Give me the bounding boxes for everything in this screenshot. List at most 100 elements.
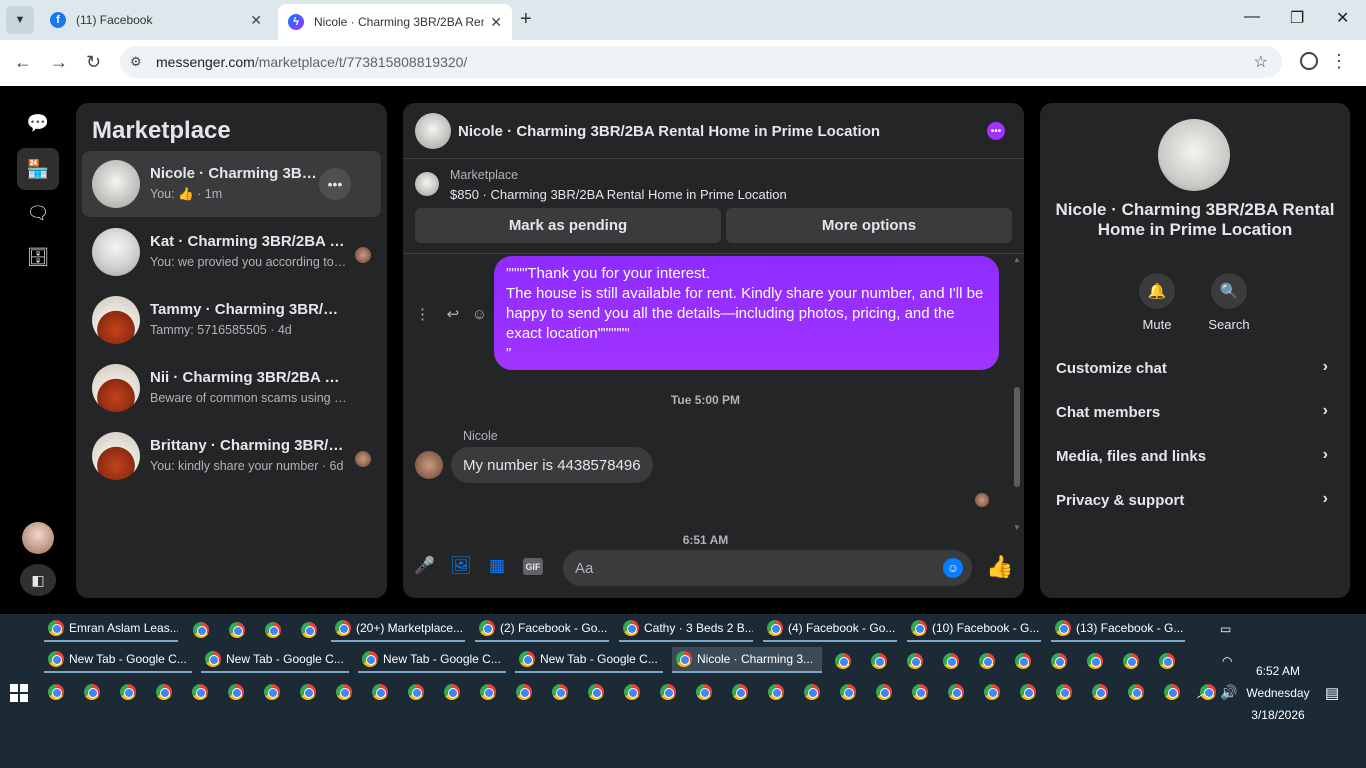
taskbar-window-active[interactable]: Nicole · Charming 3... xyxy=(672,647,822,673)
profile-icon[interactable] xyxy=(1300,52,1318,70)
image-icon[interactable]: 🖼 xyxy=(450,556,472,576)
taskbar-window[interactable]: New Tab - Google C... xyxy=(515,647,663,673)
tray-expand-chevron-icon[interactable]: ︿ xyxy=(1197,684,1209,701)
conversation-item[interactable]: Nii · Charming 3BR/2BA Rental Home in Pr… xyxy=(82,355,381,421)
chrome-icon[interactable] xyxy=(984,684,1000,700)
minimize-icon[interactable]: — xyxy=(1244,8,1260,26)
avatar[interactable] xyxy=(415,113,451,149)
chrome-icon[interactable] xyxy=(120,684,136,700)
taskbar-window[interactable]: (20+) Marketplace... xyxy=(331,616,465,642)
taskbar-window[interactable]: New Tab - Google C... xyxy=(44,647,192,673)
taskbar-window[interactable]: New Tab - Google C... xyxy=(201,647,349,673)
scrollbar[interactable]: ▲ ▼ xyxy=(1013,255,1021,533)
chrome-icon[interactable] xyxy=(228,684,244,700)
taskbar-window[interactable]: Emran Aslam Leas... xyxy=(44,616,178,642)
chrome-icon[interactable] xyxy=(84,684,100,700)
more-options-icon[interactable]: ••• xyxy=(987,122,1005,140)
chrome-icon[interactable] xyxy=(732,684,748,700)
scroll-up-icon[interactable]: ▲ xyxy=(1013,255,1021,264)
chrome-icon[interactable] xyxy=(979,653,995,669)
chrome-icon[interactable] xyxy=(835,653,851,669)
chrome-icon[interactable] xyxy=(336,684,352,700)
more-options-button[interactable]: More options xyxy=(726,208,1012,243)
taskbar-window[interactable]: (10) Facebook - G... xyxy=(907,616,1041,642)
chrome-icon[interactable] xyxy=(871,653,887,669)
restore-icon[interactable]: ❐ xyxy=(1290,8,1304,28)
tab-search-chevron-icon[interactable]: ▼ xyxy=(6,6,34,34)
sticker-icon[interactable]: ▦ xyxy=(487,556,507,576)
chat-members-row[interactable]: Chat members › xyxy=(1046,392,1344,432)
chrome-icon[interactable] xyxy=(1123,653,1139,669)
forward-arrow-icon[interactable]: → xyxy=(50,52,68,73)
chrome-icon[interactable] xyxy=(192,684,208,700)
back-arrow-icon[interactable]: ← xyxy=(14,52,32,73)
customize-chat-row[interactable]: Customize chat › xyxy=(1046,348,1344,388)
chrome-icon[interactable] xyxy=(1051,653,1067,669)
listing-price[interactable]: $850 · Charming 3BR/2BA Rental Home in P… xyxy=(450,187,787,202)
tab-messenger[interactable]: ϟ Nicole · Charming 3BR/2BA Ren ✕ xyxy=(278,4,512,40)
more-vertical-icon[interactable]: ⋮ xyxy=(415,306,430,323)
thumbs-up-icon[interactable]: 👍 xyxy=(986,554,1013,580)
taskbar-window[interactable]: Cathy · 3 Beds 2 B... xyxy=(619,616,753,642)
chats-icon[interactable]: 💬 xyxy=(17,102,59,144)
microphone-icon[interactable]: 🎤 xyxy=(414,556,435,576)
message-input[interactable]: Aa ☺ xyxy=(563,550,972,586)
conversation-item[interactable]: Brittany · Charming 3BR/2BA Rental Home … xyxy=(82,423,381,489)
chrome-icon[interactable] xyxy=(660,684,676,700)
taskbar-window[interactable]: (13) Facebook - G... xyxy=(1051,616,1185,642)
chrome-icon[interactable] xyxy=(516,684,532,700)
chrome-icon[interactable] xyxy=(840,684,856,700)
chrome-icon[interactable] xyxy=(804,684,820,700)
notifications-icon[interactable]: ▤ xyxy=(1325,684,1339,702)
scroll-down-icon[interactable]: ▼ xyxy=(1013,523,1021,532)
chrome-icon[interactable] xyxy=(48,684,64,700)
conversation-options-button[interactable]: ••• xyxy=(319,168,351,200)
close-tab-icon[interactable]: ✕ xyxy=(490,14,502,31)
chrome-icon[interactable] xyxy=(372,684,388,700)
conversation-item[interactable]: Nicole · Charming 3BR/2BA Rental Home in… xyxy=(82,151,381,217)
chrome-icon[interactable] xyxy=(229,622,245,638)
chrome-icon[interactable] xyxy=(1164,684,1180,700)
chrome-icon[interactable] xyxy=(1159,653,1175,669)
chrome-icon[interactable] xyxy=(1015,653,1031,669)
chrome-icon[interactable] xyxy=(408,684,424,700)
tab-facebook[interactable]: f (11) Facebook ✕ xyxy=(40,4,272,36)
chrome-icon[interactable] xyxy=(1092,684,1108,700)
browser-menu-icon[interactable]: ⋮ xyxy=(1330,51,1348,72)
bookmark-star-icon[interactable]: ☆ xyxy=(1254,52,1268,72)
chrome-icon[interactable] xyxy=(193,622,209,638)
chat-title[interactable]: Nicole · Charming 3BR/2BA Rental Home in… xyxy=(458,123,880,140)
reload-icon[interactable]: ↻ xyxy=(86,52,101,73)
gif-icon[interactable]: GIF xyxy=(523,558,543,575)
archive-icon[interactable]: 🗄 xyxy=(17,236,59,278)
chrome-icon[interactable] xyxy=(552,684,568,700)
chrome-icon[interactable] xyxy=(265,622,281,638)
volume-icon[interactable]: 🔊 xyxy=(1220,684,1237,701)
new-tab-icon[interactable]: + xyxy=(520,8,532,31)
site-info-icon[interactable]: ⚙ xyxy=(130,54,142,70)
url-input[interactable]: ⚙ messenger.com/marketplace/t/7738158088… xyxy=(120,46,1282,78)
chrome-icon[interactable] xyxy=(264,684,280,700)
marketplace-icon[interactable]: 🏪 xyxy=(17,148,59,190)
chrome-icon[interactable] xyxy=(300,684,316,700)
battery-icon[interactable]: ▭ xyxy=(1220,622,1231,636)
taskbar-window[interactable]: (2) Facebook - Go... xyxy=(475,616,609,642)
chrome-icon[interactable] xyxy=(1056,684,1072,700)
chrome-icon[interactable] xyxy=(948,684,964,700)
chrome-icon[interactable] xyxy=(588,684,604,700)
react-icon[interactable]: ☺ xyxy=(472,306,487,323)
requests-icon[interactable]: 🗨 xyxy=(17,192,59,234)
taskbar-clock[interactable]: 6:52 AM Wednesday 3/18/2026 xyxy=(1240,660,1316,726)
chrome-icon[interactable] xyxy=(1020,684,1036,700)
emoji-icon[interactable]: ☺ xyxy=(943,558,963,578)
close-window-icon[interactable]: ✕ xyxy=(1336,8,1349,28)
outgoing-message[interactable]: """"Thank you for your interest. The hou… xyxy=(494,256,999,370)
chrome-icon[interactable] xyxy=(907,653,923,669)
reply-icon[interactable]: ↩ xyxy=(447,306,460,323)
chrome-icon[interactable] xyxy=(876,684,892,700)
search-button[interactable]: 🔍 Search xyxy=(1199,273,1259,332)
toggle-sidebar-icon[interactable]: ◧ xyxy=(20,564,56,596)
conversation-item[interactable]: Kat · Charming 3BR/2BA Rental Home in Pr… xyxy=(82,219,381,285)
avatar[interactable] xyxy=(415,451,443,479)
chrome-icon[interactable] xyxy=(1087,653,1103,669)
